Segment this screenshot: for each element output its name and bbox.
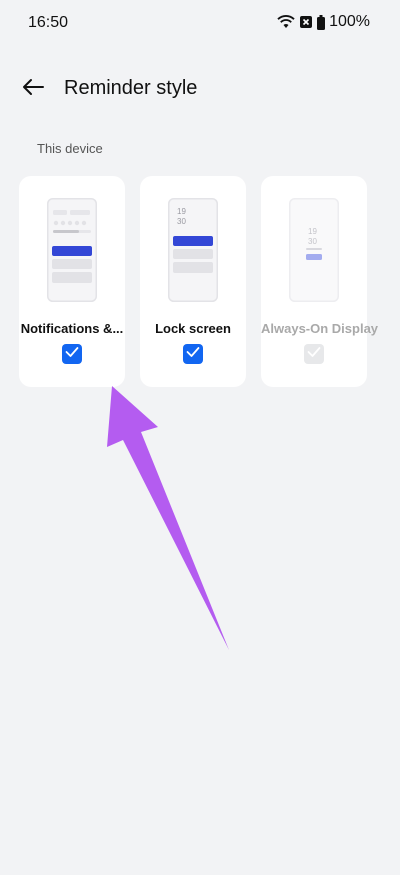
back-button[interactable] (16, 72, 50, 106)
status-bar: 16:50 100% (0, 0, 400, 48)
option-label: Always-On Display (261, 321, 379, 336)
option-card-lock-screen[interactable]: 19 30 Lock screen (140, 176, 246, 387)
status-icons: 100% (277, 13, 370, 31)
page-title: Reminder style (64, 77, 198, 99)
annotation-arrow (107, 386, 229, 650)
lock-preview-minute: 30 (177, 217, 186, 226)
reminder-style-options: Notifications &... 19 30 Lock screen 19 … (19, 176, 379, 387)
option-label: Lock screen (155, 321, 231, 336)
status-time: 16:50 (28, 14, 69, 31)
section-label: This device (37, 141, 103, 156)
lock-screen-preview-image: 19 30 (168, 198, 218, 307)
checkmark-icon (307, 345, 321, 363)
aod-preview-image: 19 30 (289, 198, 339, 307)
battery-icon (317, 14, 326, 30)
lock-screen-checkbox[interactable] (183, 344, 203, 364)
wifi-icon (277, 15, 295, 29)
arrow-left-icon (22, 78, 44, 101)
checkmark-icon (186, 345, 200, 363)
aod-preview-hour: 19 (308, 227, 317, 236)
lock-preview-hour: 19 (177, 207, 186, 216)
aod-preview-minute: 30 (308, 237, 317, 246)
checkmark-icon (65, 345, 79, 363)
option-card-always-on-display[interactable]: 19 30 Always-On Display (261, 176, 379, 387)
header: Reminder style (0, 64, 400, 112)
notifications-preview-image (47, 198, 97, 307)
battery-percent: 100% (329, 13, 370, 30)
option-label: Notifications &... (20, 321, 124, 336)
aod-checkbox[interactable] (304, 344, 324, 364)
no-sim-icon (299, 15, 313, 29)
notifications-checkbox[interactable] (62, 344, 82, 364)
option-card-notifications[interactable]: Notifications &... (19, 176, 125, 387)
